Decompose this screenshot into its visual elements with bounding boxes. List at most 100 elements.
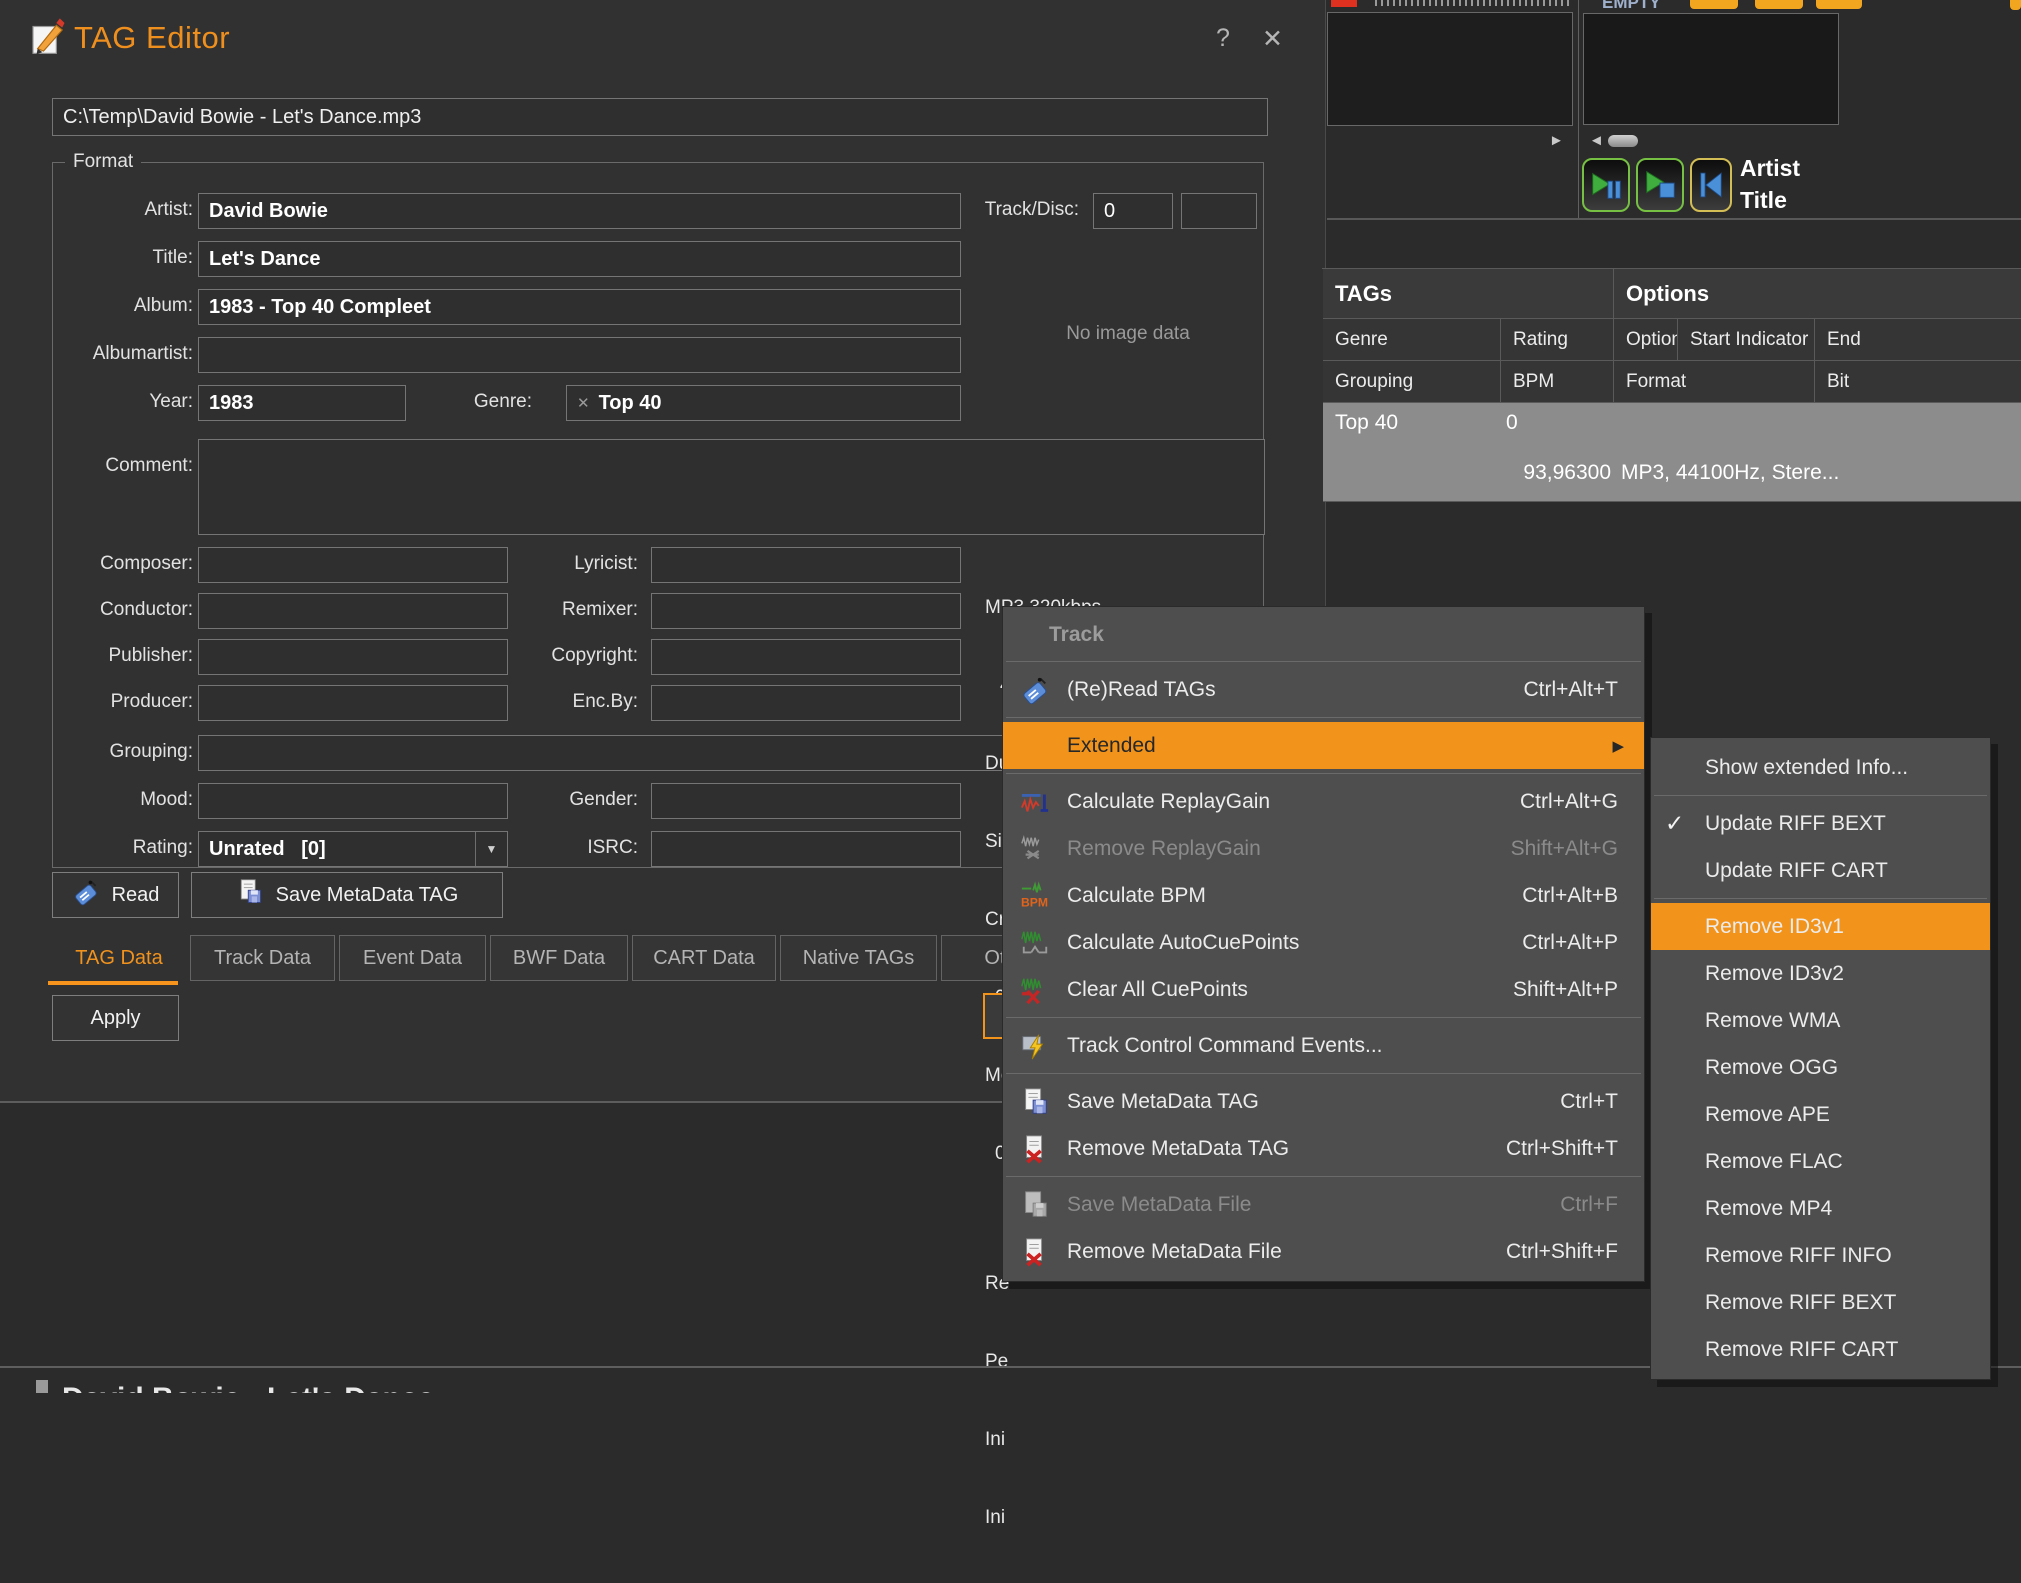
menu-item-track-control-command-events[interactable]: Track Control Command Events...	[1003, 1022, 1644, 1069]
genre-label: Genre:	[392, 391, 532, 413]
check-icon: ✓	[1665, 810, 1705, 837]
title-caption: Title	[1740, 187, 1787, 214]
menu-item-remove-metadata-file[interactable]: Remove MetaData File Ctrl+Shift+F	[1003, 1228, 1644, 1275]
waveform-panel-right	[1583, 13, 1839, 125]
menu-separator	[1006, 1017, 1641, 1018]
column-header-grouping: Grouping	[1323, 361, 1501, 403]
tab-event-data[interactable]: Event Data	[339, 935, 486, 981]
tab-cart-data[interactable]: CART Data	[632, 935, 776, 981]
album-input[interactable]: 1983 - Top 40 Compleet	[198, 289, 961, 325]
group-header-tags: TAGs	[1323, 269, 1614, 319]
copyright-input[interactable]	[651, 639, 961, 675]
menu-item-calculate-replaygain[interactable]: Calculate ReplayGain Ctrl+Alt+G	[1003, 778, 1644, 825]
menu-item-save-metadata-tag[interactable]: Save MetaData TAG Ctrl+T	[1003, 1078, 1644, 1125]
artist-caption: Artist	[1740, 155, 1800, 182]
empty-icon-slot	[1019, 730, 1051, 762]
submenu-item-remove-riff-bext[interactable]: Remove RIFF BEXT	[1651, 1279, 1990, 1326]
publisher-input[interactable]	[198, 639, 508, 675]
menu-separator	[1654, 795, 1987, 796]
menu-item-calculate-bpm[interactable]: BPM Calculate BPM Ctrl+Alt+B	[1003, 872, 1644, 919]
composer-input[interactable]	[198, 547, 508, 583]
submenu-item-remove-id3v2[interactable]: Remove ID3v2	[1651, 950, 1990, 997]
menu-separator	[1006, 717, 1641, 718]
replaygain-icon	[1019, 786, 1051, 818]
table-row[interactable]: Top 40 0 93,96300 MP3, 44100Hz, Stere...	[1323, 403, 2021, 501]
remixer-input[interactable]	[651, 593, 961, 629]
save-metadata-tag-button[interactable]: Save MetaData TAG	[191, 872, 503, 918]
toolbar-button-fragment[interactable]	[1816, 0, 1862, 9]
column-header-genre: Genre	[1323, 319, 1501, 361]
menu-item-save-metadata-file[interactable]: Save MetaData File Ctrl+F	[1003, 1181, 1644, 1228]
producer-input[interactable]	[198, 685, 508, 721]
artist-input[interactable]: David Bowie	[198, 193, 961, 229]
menu-separator	[1006, 661, 1641, 662]
title-input[interactable]: Let's Dance	[198, 241, 961, 277]
submenu-item-update-riff-cart[interactable]: Update RIFF CART	[1651, 847, 1990, 894]
play-stop-button[interactable]	[1636, 158, 1684, 212]
artist-label: Artist:	[53, 199, 193, 221]
bpm-icon: BPM	[1019, 880, 1051, 912]
scroll-right-icon[interactable]: ►	[1549, 132, 1564, 149]
submenu-item-remove-flac[interactable]: Remove FLAC	[1651, 1138, 1990, 1185]
footer-track-title: David Bowie - Let's Dance	[62, 1382, 702, 1393]
tab-tag-data[interactable]: TAG Data	[58, 935, 180, 981]
window-title: TAG Editor	[74, 20, 230, 56]
tag-icon	[1019, 674, 1051, 706]
column-header-bitrate: Bit	[1815, 361, 2021, 403]
conductor-input[interactable]	[198, 593, 508, 629]
scroll-left-icon[interactable]: ◄	[1589, 132, 1604, 149]
menu-item-clear-all-cuepoints[interactable]: Clear All CuePoints Shift+Alt+P	[1003, 966, 1644, 1013]
help-button[interactable]: ?	[1216, 24, 1230, 53]
table-bottom-border	[1323, 501, 2021, 502]
track-context-menu: Track (Re)Read TAGs Ctrl+Alt+T Extended …	[1002, 606, 1645, 1282]
track-input[interactable]: 0	[1093, 193, 1173, 229]
comment-input[interactable]	[198, 439, 1265, 535]
submenu-item-remove-ape[interactable]: Remove APE	[1651, 1091, 1990, 1138]
lyricist-input[interactable]	[651, 547, 961, 583]
row-rating-value: 0	[1506, 411, 1518, 435]
disc-input[interactable]	[1181, 193, 1257, 229]
menu-item-remove-replaygain[interactable]: Remove ReplayGain Shift+Alt+G	[1003, 825, 1644, 872]
menu-separator	[1006, 1176, 1641, 1177]
tab-track-data[interactable]: Track Data	[190, 935, 335, 981]
skip-back-button[interactable]	[1690, 158, 1732, 212]
save-tag-icon	[1019, 1086, 1051, 1118]
gender-input[interactable]	[651, 783, 961, 819]
submenu-item-remove-id3v1[interactable]: Remove ID3v1	[1651, 903, 1990, 950]
play-pause-button[interactable]	[1582, 158, 1630, 212]
rating-select[interactable]: Unrated [0] ▼	[198, 831, 508, 867]
save-tag-icon	[236, 878, 264, 912]
genre-input[interactable]: ✕ Top 40	[566, 385, 961, 421]
submenu-item-remove-riff-cart[interactable]: Remove RIFF CART	[1651, 1326, 1990, 1373]
menu-item-extended[interactable]: Extended ▶	[1003, 722, 1644, 769]
scrollbar-thumb[interactable]	[1608, 135, 1638, 147]
submenu-item-remove-wma[interactable]: Remove WMA	[1651, 997, 1990, 1044]
submenu-item-remove-riff-info[interactable]: Remove RIFF INFO	[1651, 1232, 1990, 1279]
save-file-disabled-icon	[1019, 1189, 1051, 1221]
submenu-item-update-riff-bext[interactable]: ✓ Update RIFF BEXT	[1651, 800, 1990, 847]
albumartist-input[interactable]	[198, 337, 961, 373]
file-path-input[interactable]: C:\Temp\David Bowie - Let's Dance.mp3	[52, 98, 1268, 136]
tab-native-tags[interactable]: Native TAGs	[780, 935, 937, 981]
encby-input[interactable]	[651, 685, 961, 721]
read-button[interactable]: Read	[52, 872, 179, 918]
year-label: Year:	[53, 391, 193, 413]
submenu-item-show-extended-info[interactable]: Show extended Info...	[1651, 744, 1990, 791]
toolbar-button-fragment[interactable]	[1690, 0, 1738, 9]
tab-bwf-data[interactable]: BWF Data	[490, 935, 628, 981]
menu-item-calculate-autocuepoints[interactable]: Calculate AutoCuePoints Ctrl+Alt+P	[1003, 919, 1644, 966]
toolbar-button-fragment[interactable]	[2010, 0, 2021, 10]
isrc-input[interactable]	[651, 831, 961, 867]
genre-chip-remove-icon[interactable]: ✕	[577, 394, 590, 412]
waveform-panel-left	[1327, 12, 1573, 126]
toolbar-button-fragment[interactable]	[1755, 0, 1803, 9]
menu-item-remove-metadata-tag[interactable]: Remove MetaData TAG Ctrl+Shift+T	[1003, 1125, 1644, 1172]
submenu-item-remove-ogg[interactable]: Remove OGG	[1651, 1044, 1990, 1091]
albumartist-label: Albumartist:	[53, 343, 193, 365]
menu-item-reread-tags[interactable]: (Re)Read TAGs Ctrl+Alt+T	[1003, 666, 1644, 713]
apply-button[interactable]: Apply	[52, 995, 179, 1041]
year-input[interactable]: 1983	[198, 385, 406, 421]
mood-input[interactable]	[198, 783, 508, 819]
close-button[interactable]: ✕	[1262, 24, 1283, 54]
submenu-item-remove-mp4[interactable]: Remove MP4	[1651, 1185, 1990, 1232]
